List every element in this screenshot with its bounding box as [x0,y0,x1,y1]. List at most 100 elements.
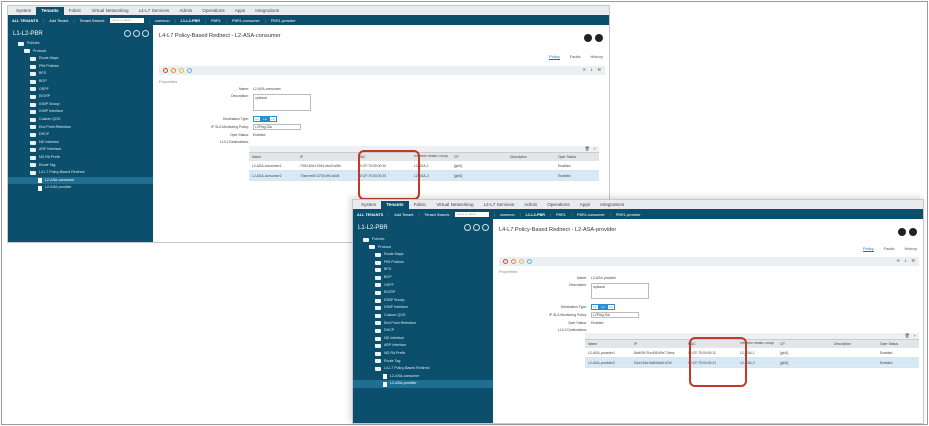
tree-item[interactable]: Route Maps [8,55,153,63]
destination-type-toggle[interactable]: L1 L2 L3 [253,116,277,122]
crumb-pbr1[interactable]: PBR1 [556,213,566,217]
warning-icon[interactable] [527,259,532,264]
tree-item[interactable]: BGP [353,274,493,282]
col-cp[interactable]: CP [777,342,831,346]
col-name[interactable]: Name [585,342,631,346]
table-row[interactable]: L2-ASA-consumer1 7000:40d1:92e1:ebe3:a0fd… [249,161,599,171]
all-tenants-link[interactable]: ALL TENANTS [12,19,38,23]
tab-fabric[interactable]: Fabric [409,201,432,209]
tree-item[interactable]: ND RA Prefix [8,154,153,162]
all-tenants-link[interactable]: ALL TENANTS [357,213,383,217]
table-row[interactable]: L2-ASA-provider1 8ddf:2b79:e408:49e7:3eca… [585,348,919,358]
tab-operations[interactable]: Operations [542,201,574,209]
tree-item-protocol[interactable]: Protocol [353,244,493,252]
add-icon[interactable]: + [594,146,596,152]
tab-l4l7-services[interactable]: L4-L7 Services [479,201,520,209]
tree-item[interactable]: Route Maps [353,251,493,259]
tree-item[interactable]: Route Tag [353,358,493,366]
tree-item-policies[interactable]: Policies [353,236,493,244]
critical-icon[interactable] [503,259,508,264]
col-description[interactable]: Description [507,155,555,159]
tab-l4l7-services[interactable]: L4-L7 Services [134,7,175,15]
crumb-tenant[interactable]: L1-L2-PBR [526,213,545,217]
tree-item[interactable]: PIM Policies [353,259,493,267]
description-field[interactable]: optional [591,283,649,299]
tree-item[interactable]: OSPF [353,282,493,290]
tab-policy[interactable]: Policy [548,54,560,60]
tree-item[interactable]: Route Tag [8,162,153,170]
tab-virtual-networking[interactable]: Virtual Networking [431,201,478,209]
warning-icon[interactable] [187,68,192,73]
col-oper-status[interactable]: Oper Status [877,342,919,346]
tree-item-policies[interactable]: Policies [8,40,153,48]
crumb-common[interactable]: common [500,213,515,217]
gear-icon[interactable] [898,228,906,236]
tree-item[interactable]: End Point Retention [8,124,153,132]
tenant-search-input[interactable]: name or descr [455,212,489,217]
table-row[interactable]: L2-ASA-consumer2 70ae:ee80:3703:cff4:a0d5… [249,171,599,181]
table-row[interactable]: L2-ASA-provider2 f11e:f43a:9d4f:b8a5:d7fd… [585,358,919,368]
settings-icon[interactable] [482,224,489,231]
clock-icon[interactable] [464,224,471,231]
sla-select[interactable]: L2Ping-Sla [253,124,301,130]
tree-item[interactable]: DHCP [353,327,493,335]
tree-item[interactable]: ARP Interface [353,342,493,350]
col-oper-status[interactable]: Oper Status [555,155,599,159]
help-icon[interactable] [595,34,603,42]
tree-item-pbr[interactable]: L4-L7 Policy-Based Redirect [8,169,153,177]
tab-tenants[interactable]: Tenants [36,7,64,15]
refresh-icon[interactable] [133,30,140,37]
tab-virtual-networking[interactable]: Virtual Networking [86,7,133,15]
tab-admin[interactable]: Admin [174,7,197,15]
gear-icon[interactable] [584,34,592,42]
tree-item[interactable]: OSPF [8,86,153,94]
tools-icon[interactable]: ⚒ [597,67,601,74]
tab-operations[interactable]: Operations [197,7,229,15]
add-tenant-link[interactable]: Add Tenant [49,19,68,23]
tab-faults[interactable]: Faults [570,54,581,60]
tree-item[interactable]: BFD [353,266,493,274]
minor-icon[interactable] [179,68,184,73]
crumb-pbr1-consumer[interactable]: PBR1-consumer [577,213,605,217]
sla-select[interactable]: L2Ping-Sla [591,312,639,318]
tree-item[interactable]: BGP [8,78,153,86]
download-icon[interactable]: ⭳ [905,258,906,265]
col-ip[interactable]: IP [297,155,355,159]
help-icon[interactable] [909,228,917,236]
crumb-pbr1[interactable]: PBR1 [211,19,221,23]
tools-icon[interactable]: ⚒ [911,258,915,265]
critical-icon[interactable] [163,68,168,73]
tree-item[interactable]: IGMP Snoop [8,101,153,109]
refresh-icon[interactable]: ⟳ [583,67,586,74]
destination-type-toggle[interactable]: L1 L2 L3 [591,304,615,310]
delete-icon[interactable]: 🗑 [585,146,590,152]
download-icon[interactable]: ⭳ [591,67,592,74]
refresh-icon[interactable] [473,224,480,231]
tree-item[interactable]: Custom QOS [8,116,153,124]
tab-policy[interactable]: Policy [862,246,874,252]
col-description[interactable]: Description [831,342,877,346]
tab-faults[interactable]: Faults [884,246,895,252]
minor-icon[interactable] [519,259,524,264]
crumb-pbr1-provider[interactable]: PBR1-provider [616,213,641,217]
major-icon[interactable] [171,68,176,73]
tree-item[interactable]: ND RA Prefix [353,350,493,358]
tab-history[interactable]: History [905,246,917,252]
crumb-pbr1-provider[interactable]: PBR1-provider [271,19,296,23]
crumb-common[interactable]: common [155,19,170,23]
tab-apps[interactable]: Apps [575,201,595,209]
col-cp[interactable]: CP [451,155,507,159]
tab-fabric[interactable]: Fabric [64,7,87,15]
major-icon[interactable] [511,259,516,264]
tree-item[interactable]: ND Interface [353,335,493,343]
add-icon[interactable]: + [914,333,916,339]
tab-apps[interactable]: Apps [230,7,250,15]
tree-item[interactable]: End Point Retention [353,320,493,328]
tree-item[interactable]: IGMP Snoop [353,297,493,305]
tree-item[interactable]: ND Interface [8,139,153,147]
tree-item-pbr[interactable]: L4-L7 Policy-Based Redirect [353,365,493,373]
tree-item[interactable]: BFD [8,70,153,78]
delete-icon[interactable]: 🗑 [905,333,910,339]
tab-system[interactable]: System [356,201,381,209]
tree-item[interactable]: IGMP Interface [8,108,153,116]
